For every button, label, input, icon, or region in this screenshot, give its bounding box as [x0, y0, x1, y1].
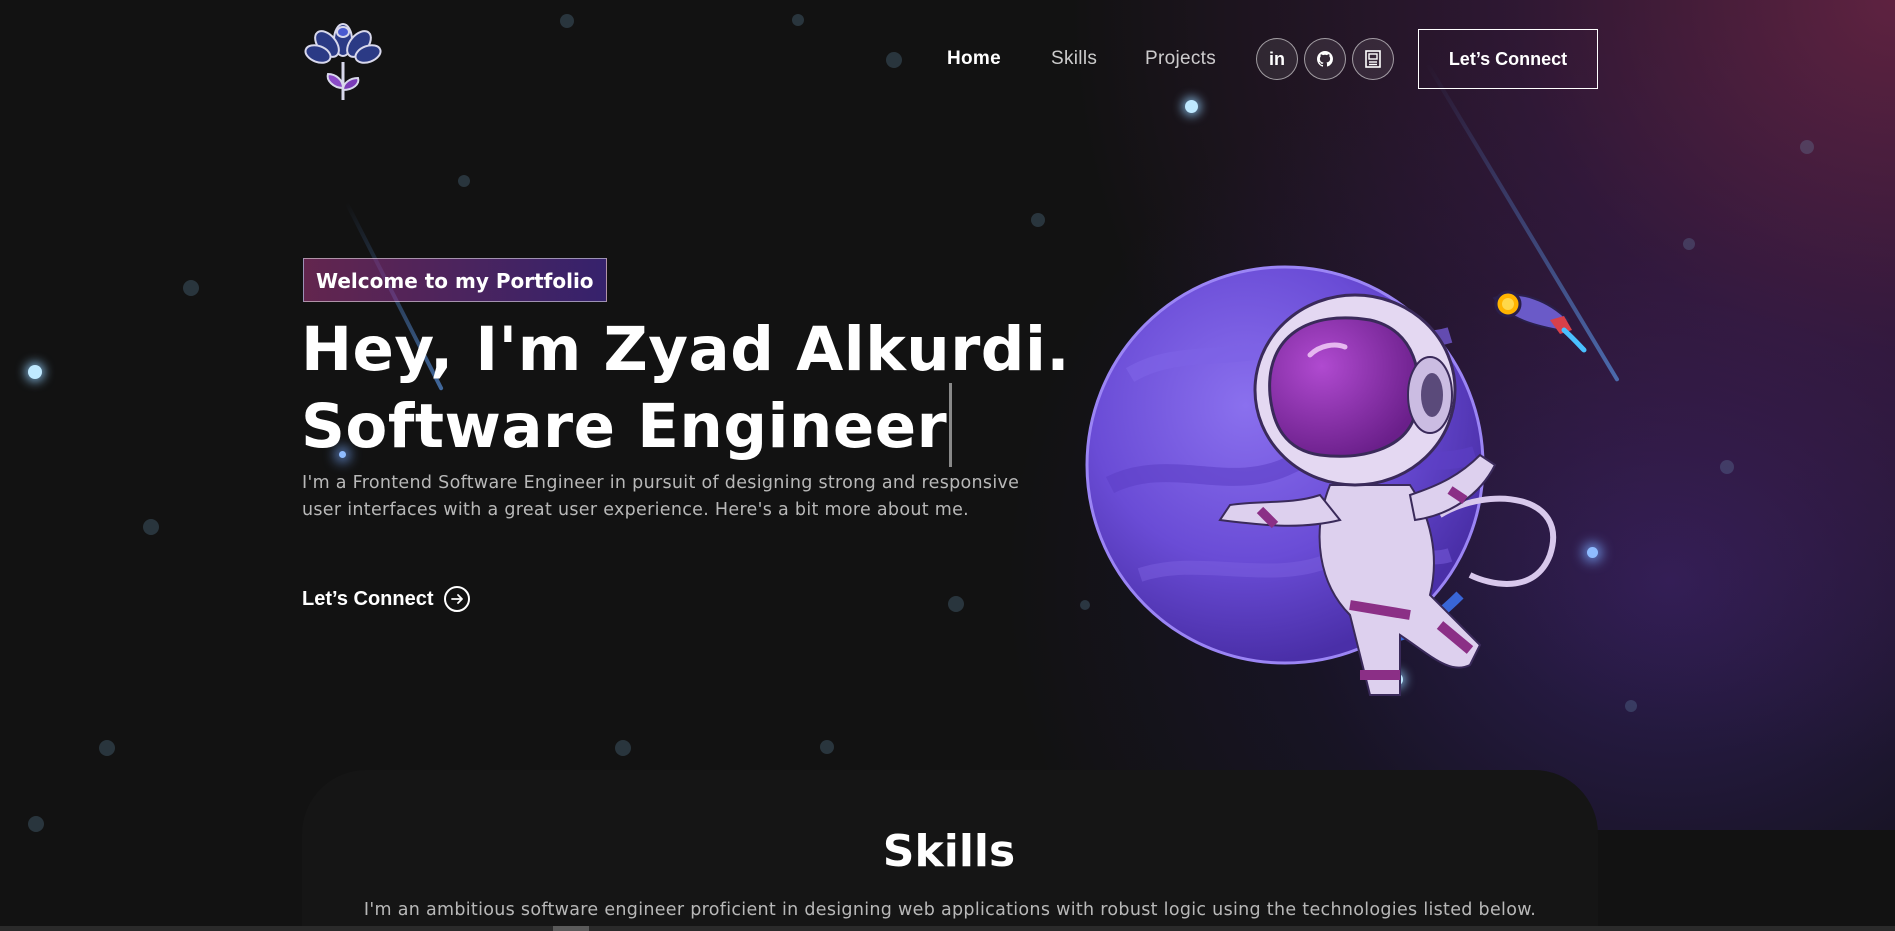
github-button[interactable] [1304, 38, 1346, 80]
star [886, 52, 902, 68]
star [615, 740, 631, 756]
star [1720, 460, 1734, 474]
skills-description: I'm an ambitious software engineer profi… [363, 900, 1537, 920]
star [28, 365, 42, 379]
star [183, 280, 199, 296]
linkedin-button[interactable]: in [1256, 38, 1298, 80]
nav-connect-button[interactable]: Let’s Connect [1418, 29, 1598, 89]
portfolio-page: Home Skills Projects in Let’s Connect We… [0, 0, 1895, 931]
star [1031, 213, 1045, 227]
star [948, 596, 964, 612]
rocket-icon [1492, 290, 1587, 353]
github-icon [1317, 51, 1333, 67]
scrollbar-thumb[interactable] [553, 926, 589, 931]
star [1800, 140, 1814, 154]
welcome-tagline: Welcome to my Portfolio [303, 258, 607, 302]
nav-link-projects[interactable]: Projects [1145, 48, 1216, 70]
star [820, 740, 834, 754]
hero-title: Hey, I'm Zyad Alkurdi. Software Engineer [301, 317, 1070, 467]
hero-connect-link[interactable]: Let’s Connect [302, 586, 470, 612]
resume-button[interactable] [1352, 38, 1394, 80]
linkedin-icon: in [1269, 48, 1285, 69]
arrow-right-circle-icon [443, 586, 470, 612]
star [792, 14, 804, 26]
nav-link-home[interactable]: Home [947, 48, 1001, 70]
star [1683, 238, 1695, 250]
star [458, 175, 470, 187]
hero-title-line-2: Software Engineer [301, 383, 1070, 467]
hero-description: I'm a Frontend Software Engineer in purs… [302, 473, 1020, 520]
nav-link-skills[interactable]: Skills [1051, 48, 1097, 70]
resume-icon [1365, 50, 1381, 68]
hero-title-line-1: Hey, I'm Zyad Alkurdi. [301, 314, 1071, 385]
star [1625, 700, 1637, 712]
star [143, 519, 159, 535]
typing-text: Software Engineer [301, 391, 948, 462]
horizontal-scrollbar[interactable] [0, 926, 1895, 931]
star [99, 740, 115, 756]
star [1185, 100, 1198, 113]
hero-connect-label: Let’s Connect [302, 587, 434, 610]
typing-cursor [949, 383, 953, 467]
star [560, 14, 574, 28]
skills-title: Skills [882, 826, 1016, 877]
flower-logo-icon[interactable] [300, 18, 386, 104]
